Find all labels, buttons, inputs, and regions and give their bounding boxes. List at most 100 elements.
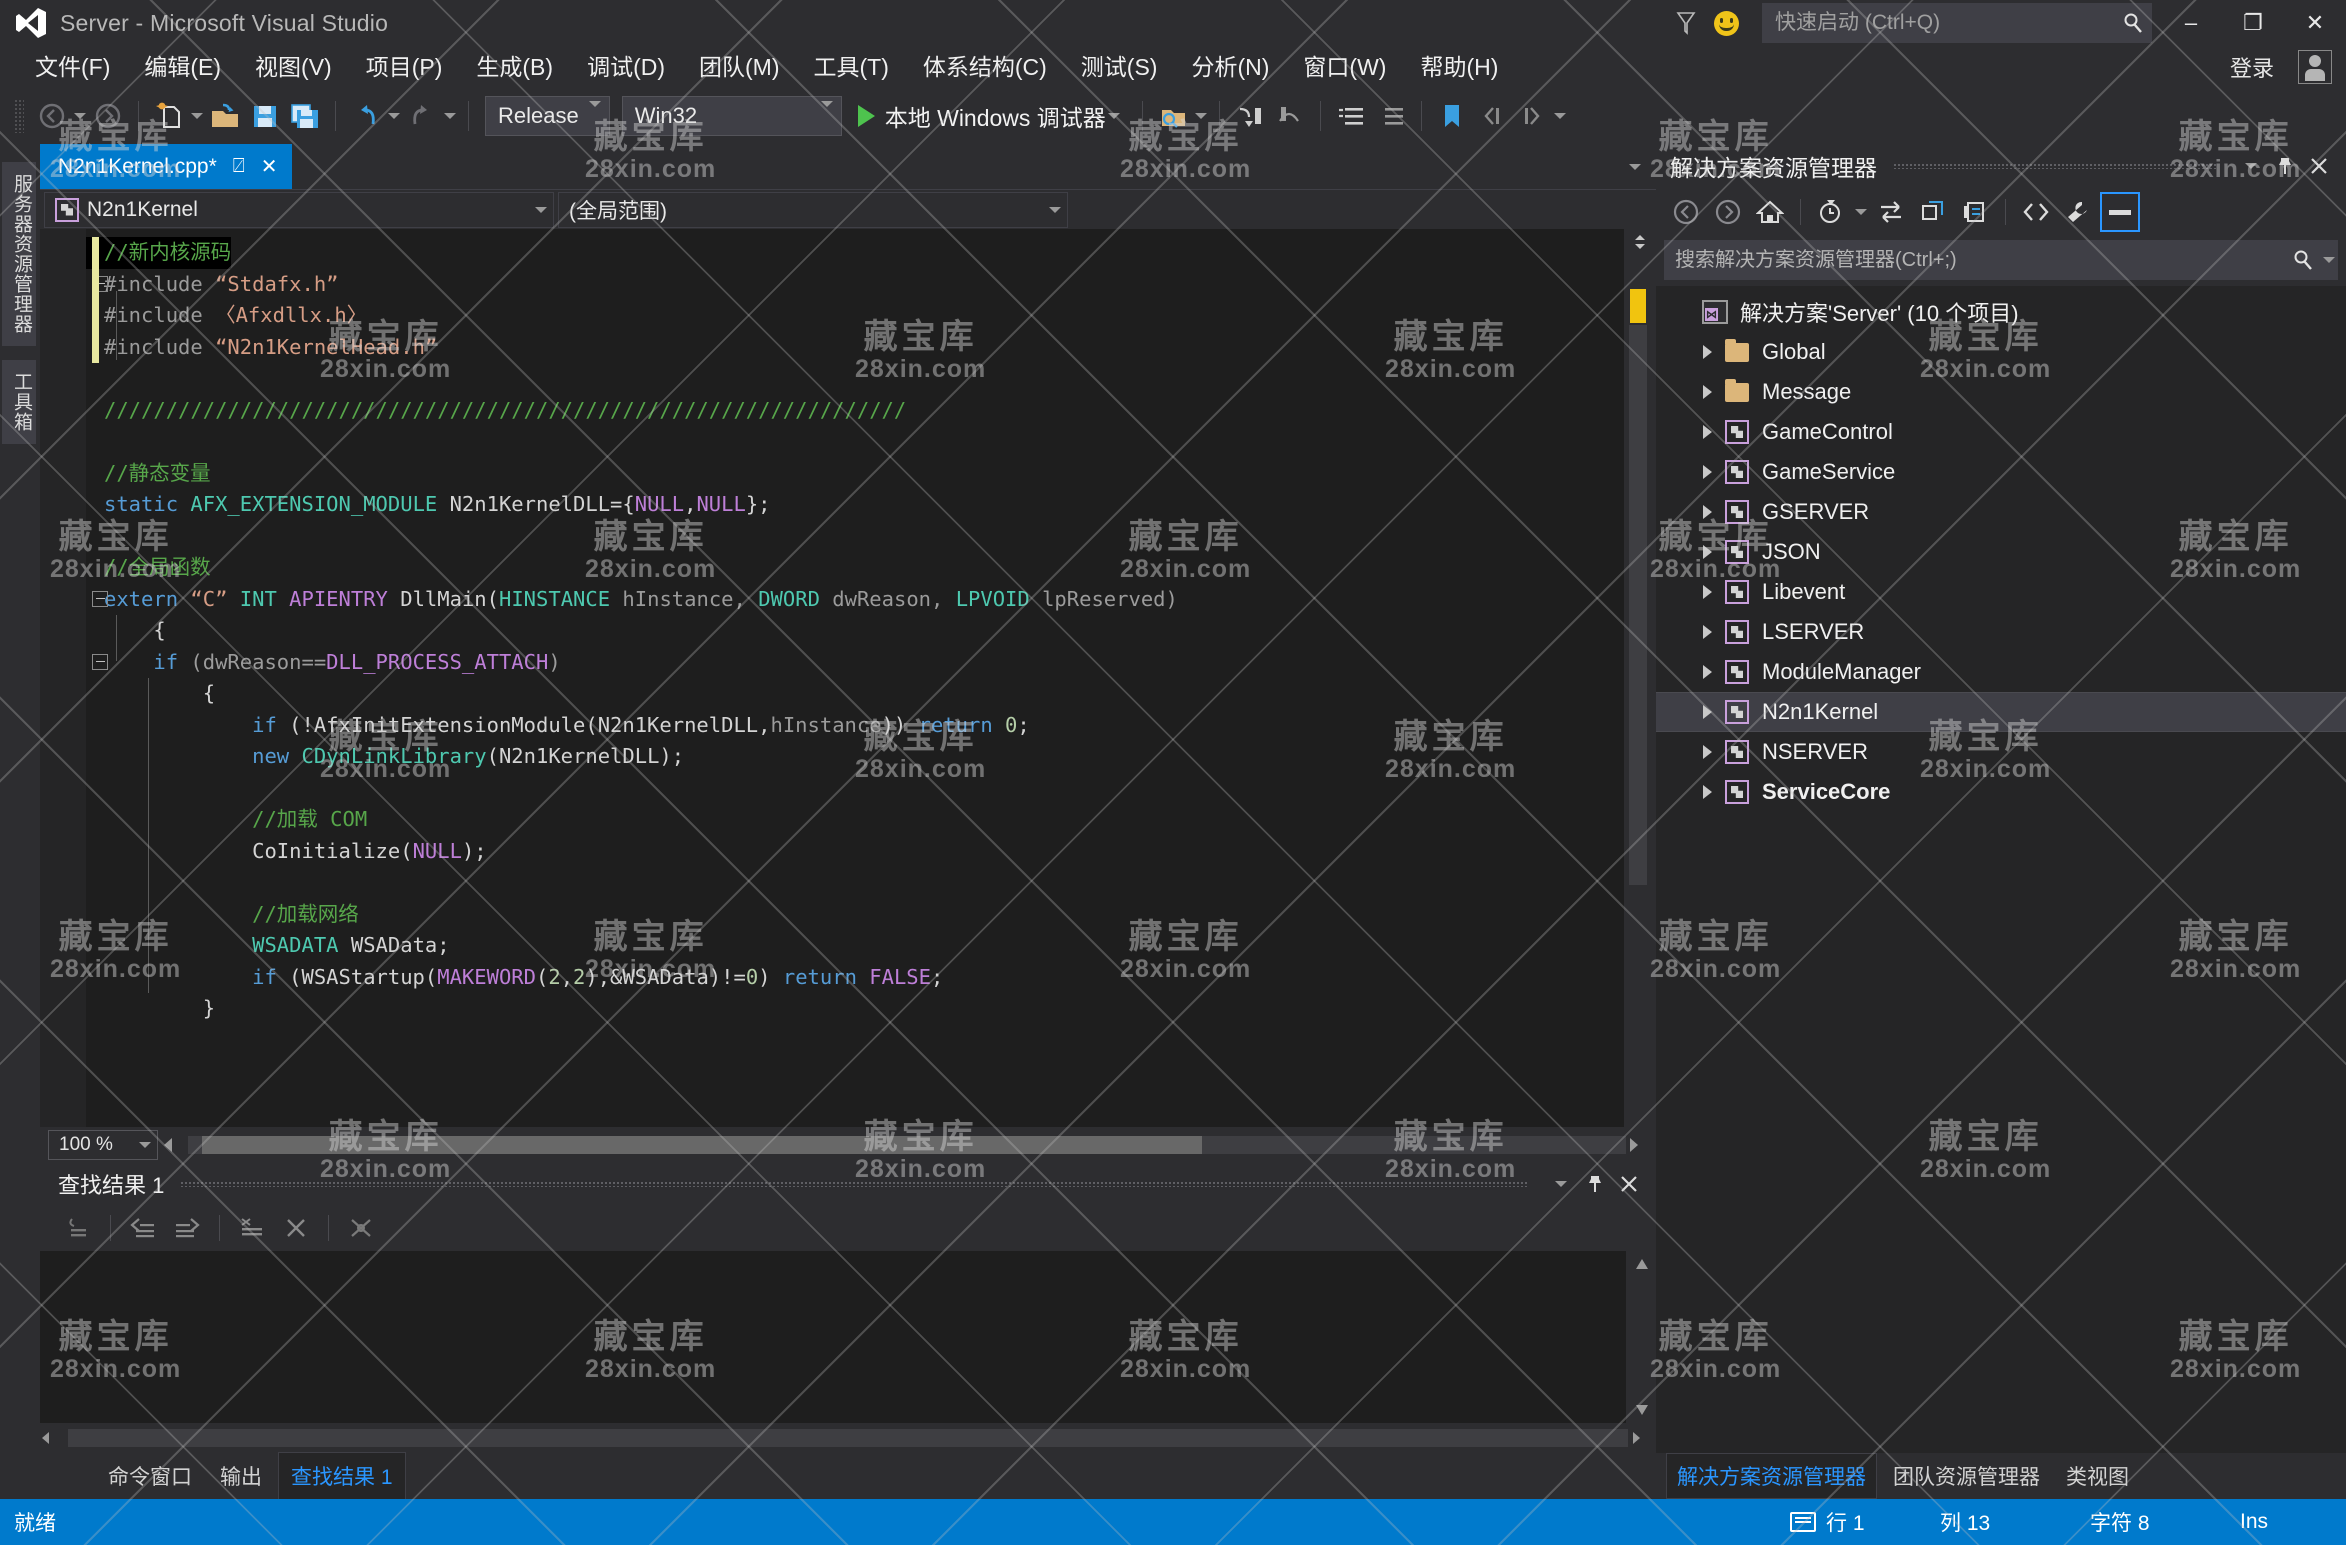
tree-item-servicecore[interactable]: ServiceCore (1656, 772, 2346, 812)
back-icon[interactable] (1666, 192, 1706, 232)
attach-to-process-icon[interactable] (1153, 96, 1193, 136)
tab-team-explorer[interactable]: 团队资源管理器 (1883, 1454, 2050, 1498)
menu-window[interactable]: 窗口(W) (1286, 46, 1403, 88)
find-scroll-up-icon[interactable] (1626, 1251, 1658, 1277)
tab-command-window[interactable]: 命令窗口 (96, 1453, 204, 1499)
horizontal-scroll-thumb[interactable] (202, 1136, 1202, 1154)
chevron-right-icon[interactable] (1692, 545, 1722, 559)
chevron-right-icon[interactable] (1692, 665, 1722, 679)
tab-solution-explorer[interactable]: 解决方案资源管理器 (1666, 1453, 1877, 1499)
notifications-flag-icon[interactable] (1666, 0, 1706, 46)
attach-dropdown-icon[interactable] (1193, 113, 1209, 119)
menu-analyze[interactable]: 分析(N) (1174, 46, 1286, 88)
chevron-right-icon[interactable] (1692, 625, 1722, 639)
navigation-class-combo[interactable]: N2n1Kernel (44, 192, 554, 228)
collapse-all-icon[interactable] (1955, 192, 1995, 232)
find-results-vertical-scrollbar[interactable] (1626, 1251, 1656, 1423)
find-scroll-down-icon[interactable] (1626, 1397, 1658, 1423)
uncomment-selection-icon[interactable] (1371, 96, 1411, 136)
step-over-icon[interactable] (1270, 96, 1310, 136)
sidebar-tab-server-explorer[interactable]: 服务器资源管理器 (2, 162, 36, 346)
menu-file[interactable]: 文件(F) (18, 46, 127, 88)
fold-toggle-icon[interactable] (92, 591, 108, 607)
menu-view[interactable]: 视图(V) (238, 46, 349, 88)
document-list-dropdown-icon[interactable] (1614, 144, 1656, 189)
chevron-right-icon[interactable] (1692, 785, 1722, 799)
editor-scroll-thumb[interactable] (1629, 325, 1647, 885)
pin-tab-icon[interactable]: ⍁ (233, 155, 245, 178)
search-options-dropdown-icon[interactable] (2321, 257, 2337, 263)
tree-item-global[interactable]: Global (1656, 332, 2346, 372)
code-surface[interactable]: //新内核源码#include “Stdafx.h”#include 〈Afxd… (86, 229, 1624, 1127)
debug-target-dropdown-icon[interactable] (1106, 113, 1122, 119)
navigate-back-icon[interactable] (32, 96, 72, 136)
save-icon[interactable] (245, 96, 285, 136)
minimize-button[interactable]: – (2160, 0, 2222, 46)
navigate-forward-icon[interactable] (88, 96, 128, 136)
toolbar-overflow-icon[interactable] (1552, 113, 1568, 119)
new-item-icon[interactable] (149, 96, 189, 136)
tree-item-libevent[interactable]: Libevent (1656, 572, 2346, 612)
send-feedback-icon[interactable] (1706, 0, 1746, 46)
editor-vertical-scrollbar[interactable] (1624, 229, 1656, 1127)
find-scroll-right-icon[interactable] (1630, 1431, 1656, 1445)
tree-item-gserver[interactable]: GSERVER (1656, 492, 2346, 532)
menu-test[interactable]: 测试(S) (1064, 46, 1175, 88)
find-scroll-left-icon[interactable] (40, 1431, 66, 1445)
menu-team[interactable]: 团队(M) (682, 46, 796, 88)
solution-configuration-combo[interactable]: Release (485, 96, 610, 136)
chevron-right-icon[interactable] (1692, 425, 1722, 439)
redo-icon[interactable] (402, 96, 442, 136)
chevron-right-icon[interactable] (1692, 345, 1722, 359)
menu-tools[interactable]: 工具(T) (796, 46, 905, 88)
clear-results-icon[interactable] (276, 1209, 316, 1247)
menu-build[interactable]: 生成(B) (459, 46, 570, 88)
pin-icon[interactable] (2268, 149, 2302, 183)
menu-edit[interactable]: 编辑(E) (127, 46, 238, 88)
code-editor[interactable]: //新内核源码#include “Stdafx.h”#include 〈Afxd… (40, 229, 1656, 1127)
toggle-bookmark-icon[interactable] (1432, 96, 1472, 136)
start-debugging-button[interactable]: 本地 Windows 调试器 (848, 96, 1132, 136)
select-all-icon[interactable] (232, 1209, 272, 1247)
previous-bookmark-icon[interactable] (1472, 96, 1512, 136)
fold-toggle-icon[interactable] (92, 654, 108, 670)
find-results-list[interactable] (40, 1251, 1656, 1423)
chevron-right-icon[interactable] (1692, 385, 1722, 399)
menu-debug[interactable]: 调试(D) (570, 46, 682, 88)
comment-selection-icon[interactable] (1331, 96, 1371, 136)
chevron-right-icon[interactable] (1692, 745, 1722, 759)
scroll-left-icon[interactable] (162, 1137, 188, 1153)
menu-project[interactable]: 项目(P) (349, 46, 460, 88)
step-into-icon[interactable] (1230, 96, 1270, 136)
refresh-icon[interactable] (1913, 192, 1953, 232)
tree-item-message[interactable]: Message (1656, 372, 2346, 412)
tree-item-json[interactable]: JSON (1656, 532, 2346, 572)
sync-with-active-document-icon[interactable] (1871, 192, 1911, 232)
home-icon[interactable] (1750, 192, 1790, 232)
chevron-right-icon[interactable] (1692, 465, 1722, 479)
chevron-down-icon[interactable] (2234, 149, 2268, 183)
chevron-right-icon[interactable] (1692, 585, 1722, 599)
navigate-back-dropdown-icon[interactable] (72, 113, 88, 119)
pending-changes-icon[interactable] (1811, 192, 1851, 232)
chevron-right-icon[interactable] (1692, 705, 1722, 719)
close-icon[interactable] (2302, 149, 2336, 183)
tab-output[interactable]: 输出 (208, 1453, 274, 1499)
close-icon[interactable] (1612, 1167, 1646, 1201)
sign-in-link[interactable]: 登录 (2230, 51, 2274, 83)
go-to-result-icon[interactable] (58, 1209, 98, 1247)
quick-launch-box[interactable] (1762, 3, 2152, 43)
tree-root-solution[interactable]: ⋈ 解决方案'Server' (10 个项目) (1656, 292, 2346, 332)
chevron-right-icon[interactable] (1692, 505, 1722, 519)
new-item-dropdown-icon[interactable] (189, 113, 205, 119)
solution-explorer-drag-grip[interactable] (1893, 163, 2218, 169)
toolbar-grip[interactable] (14, 99, 24, 133)
tree-item-nserver[interactable]: NSERVER (1656, 732, 2346, 772)
menu-architecture[interactable]: 体系结构(C) (906, 46, 1064, 88)
scroll-right-icon[interactable] (1626, 1137, 1652, 1153)
pin-icon[interactable] (1578, 1167, 1612, 1201)
cancel-search-icon[interactable] (341, 1209, 381, 1247)
open-file-icon[interactable] (205, 96, 245, 136)
properties-icon[interactable] (2058, 192, 2098, 232)
editor-splitter-handle[interactable] (1632, 235, 1648, 249)
